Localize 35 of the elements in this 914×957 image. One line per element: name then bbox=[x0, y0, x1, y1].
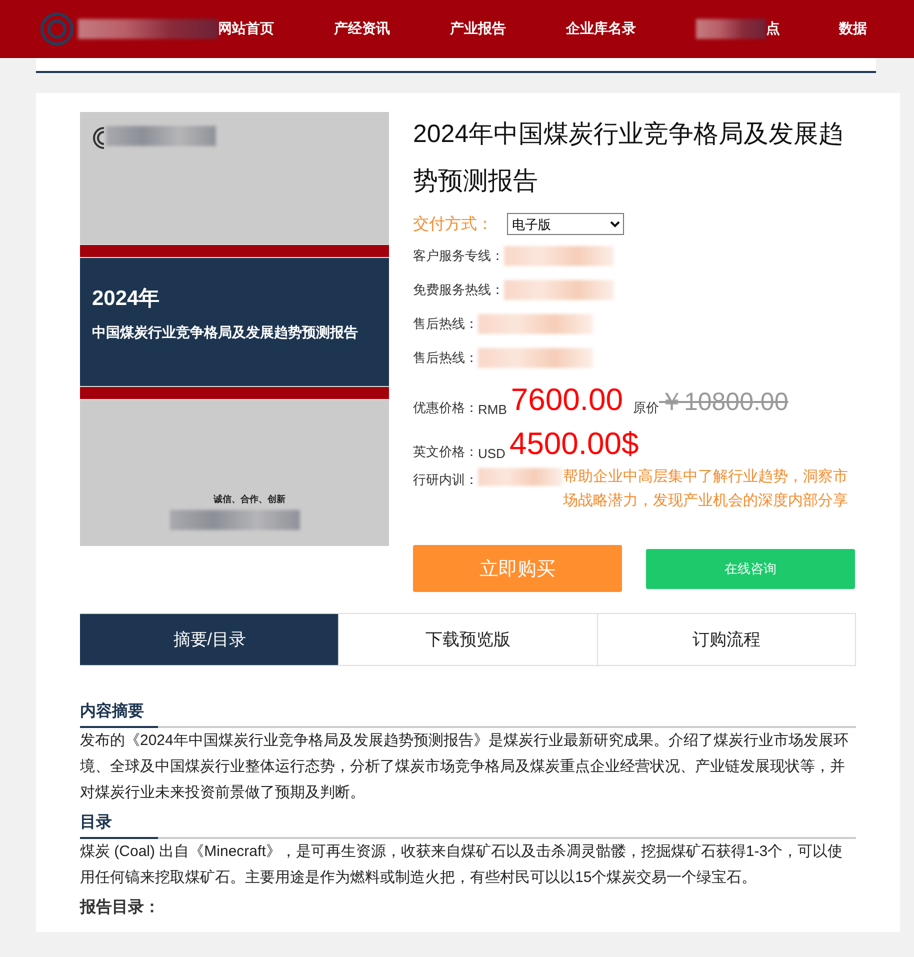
paragraph: 煤炭 (Coal) 出自《Minecraft》，是可再生资源，收获来自煤矿石以及击杀凋灵骷髅，挖掘煤矿石获得1-3个，可以使用任何镐来挖取煤矿石。主要用途是作为燃料或制造火把，有些村民可以以15个煤炭交易一个绿宝石。 bbox=[80, 842, 844, 888]
cover-year: 2024年 bbox=[92, 286, 161, 312]
section-heading: 报告目录： bbox=[80, 897, 161, 918]
english-price: 4500.00$ bbox=[509, 427, 639, 461]
training-label: 行研内训： bbox=[413, 471, 478, 489]
contact-label: 售后热线： bbox=[413, 315, 478, 333]
price-label: 优惠价格： bbox=[413, 399, 478, 417]
contact-label: 免费服务热线： bbox=[413, 281, 504, 299]
nav-link[interactable]: 网站首页 bbox=[218, 18, 334, 38]
contact-label: 客户服务专线： bbox=[413, 247, 504, 265]
delivery-label: 交付方式： bbox=[413, 214, 493, 234]
section-heading: 目录 bbox=[80, 813, 113, 833]
original-price-label: 原价 bbox=[632, 399, 659, 417]
report-title: 2024年中国煤炭行业竞争格局及发展趋势预测报告 bbox=[413, 119, 845, 197]
cover-slogan: 诚信、合作、创新 bbox=[214, 493, 286, 506]
nav-link[interactable]: 产经资讯 bbox=[334, 18, 450, 38]
currency-label: RMB bbox=[478, 402, 507, 417]
paragraph: 发布的《2024年中国煤炭行业竞争格局及发展趋势预测报告》是煤炭行业最新研究成果。介绍了煤炭行业市场发展环境、全球及中国煤炭行业整体运行态势，分析了煤炭市场竞争格局及煤炭重点企业经营状况、产业链发展现状等，并对煤炭行业未来投资前景做了预期及判断。 bbox=[80, 731, 850, 803]
logo-icon bbox=[92, 126, 106, 150]
nav-link[interactable]: 企业库名录 bbox=[566, 18, 682, 38]
redacted-area bbox=[696, 18, 766, 38]
nav-link[interactable]: 数据 bbox=[839, 18, 914, 38]
nav-link[interactable]: 点 bbox=[766, 20, 780, 38]
cover-title: 中国煤炭行业竞争格局及发展趋势预测报告 bbox=[92, 324, 359, 342]
contact-label: 售后热线： bbox=[413, 349, 478, 367]
price-label: 英文价格： bbox=[413, 443, 478, 461]
delivery-select[interactable]: 电子版 bbox=[507, 213, 624, 235]
sale-price: 7600.00 bbox=[510, 383, 623, 417]
logo-icon bbox=[40, 12, 74, 46]
currency-label: USD bbox=[478, 446, 506, 461]
nav-link[interactable]: 产业报告 bbox=[450, 18, 566, 38]
training-text: 帮助企业中高层集中了解行业趋势，洞察市场战略潜力，发现产业机会的深度内部分享 bbox=[563, 467, 849, 511]
tab[interactable]: 摘要/目录 bbox=[80, 614, 338, 665]
original-price: ￥10800.00 bbox=[658, 387, 788, 417]
section-heading: 内容摘要 bbox=[80, 701, 145, 722]
